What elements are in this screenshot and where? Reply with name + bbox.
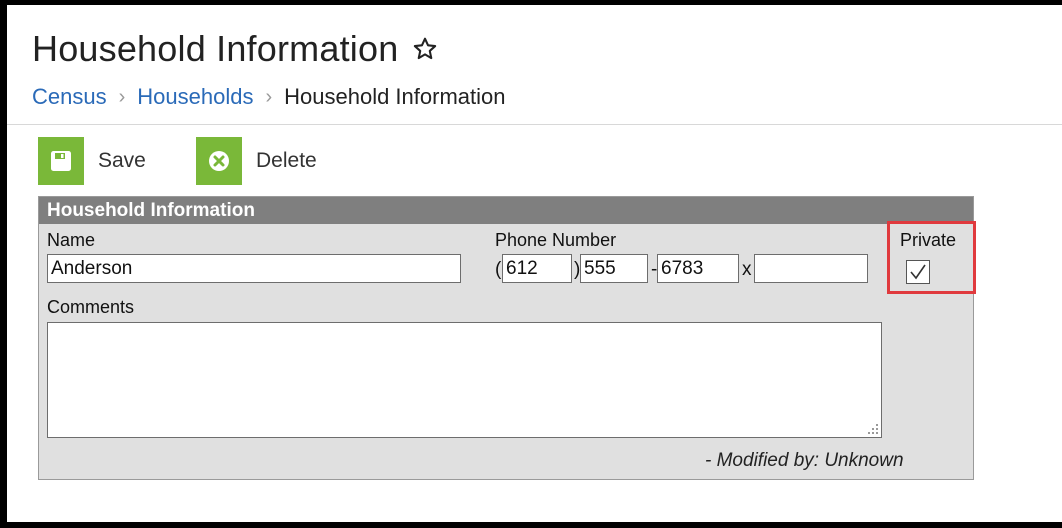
breadcrumb-current: Household Information (284, 84, 506, 109)
comments-textarea[interactable] (47, 322, 882, 438)
save-icon-box (38, 137, 84, 185)
private-label: Private (900, 230, 957, 250)
page-title: Household Information (32, 28, 438, 70)
household-info-panel: Household Information Name Phone Number … (38, 196, 974, 480)
phone-area-code-field[interactable] (502, 254, 572, 283)
name-label: Name (47, 230, 96, 250)
name-field[interactable] (47, 254, 461, 283)
panel-header: Household Information (39, 197, 973, 224)
delete-label: Delete (256, 149, 317, 172)
breadcrumb-households[interactable]: Households (137, 84, 253, 110)
breadcrumb: Census › Households › Household Informat… (32, 84, 505, 110)
phone-number-label: Phone Number (495, 230, 617, 250)
save-label: Save (98, 149, 146, 172)
page-title-text: Household Information (32, 28, 399, 69)
phone-extension-field[interactable] (754, 254, 868, 283)
x-circle-icon (209, 151, 229, 171)
breadcrumb-census[interactable]: Census (32, 84, 107, 110)
phone-open-paren: ( (495, 259, 502, 280)
chevron-right-icon: › (118, 85, 126, 108)
modified-by-text: - Modified by: Unknown (705, 450, 904, 471)
save-button[interactable]: Save (38, 137, 146, 185)
resize-grip-icon[interactable] (867, 423, 879, 435)
phone-prefix-field[interactable] (580, 254, 648, 283)
delete-icon-box (196, 137, 242, 185)
star-icon[interactable] (412, 36, 438, 62)
checkmark-icon (910, 264, 926, 280)
private-checkbox[interactable] (906, 260, 930, 284)
comments-label: Comments (47, 297, 135, 317)
chevron-right-icon: › (265, 85, 273, 108)
phone-ext-separator: x (742, 259, 752, 280)
delete-button[interactable]: Delete (196, 137, 317, 185)
floppy-disk-icon (51, 151, 71, 171)
header-divider (7, 124, 1062, 125)
phone-line-field[interactable] (657, 254, 739, 283)
